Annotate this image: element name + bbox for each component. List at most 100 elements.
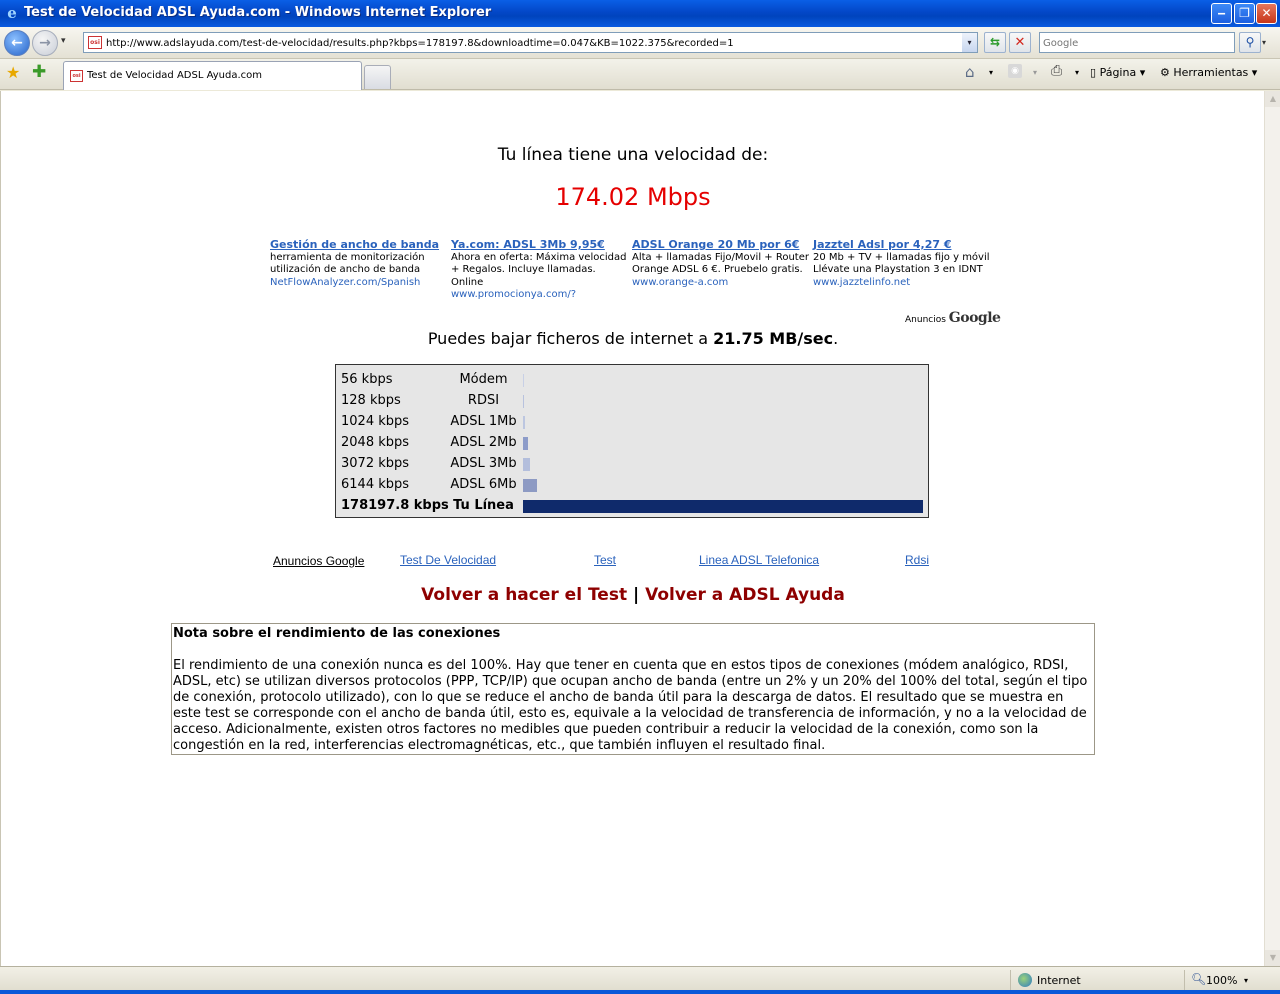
speed-bar bbox=[523, 416, 525, 429]
speed-kbps: 2048 kbps bbox=[341, 435, 410, 450]
security-zone-label[interactable]: Internet bbox=[1037, 974, 1081, 987]
add-favorite-icon[interactable]: ✚ bbox=[32, 62, 46, 82]
speed-bar bbox=[523, 437, 528, 450]
tools-menu-label: Herramientas bbox=[1173, 66, 1249, 79]
speed-result: 174.02 Mbps bbox=[555, 183, 711, 211]
status-separator bbox=[1184, 970, 1185, 991]
ad-text: Ahora en oferta: Máxima velocidad + Rega… bbox=[451, 251, 627, 288]
search-icon[interactable]: ⚲ bbox=[1239, 32, 1261, 53]
download-suffix: . bbox=[833, 329, 839, 348]
connection-type: ADSL 6Mb bbox=[450, 477, 517, 492]
tools-menu-button[interactable]: ⚙ Herramientas ▾ bbox=[1160, 66, 1257, 79]
speed-bar bbox=[523, 395, 524, 408]
rdsi-link[interactable]: Rdsi bbox=[905, 553, 929, 567]
speed-bar bbox=[523, 458, 530, 471]
connection-type: ADSL 3Mb bbox=[450, 456, 517, 471]
window-title: Test de Velocidad ADSL Ayuda.com - Windo… bbox=[24, 5, 492, 20]
address-dropdown-icon[interactable]: ▾ bbox=[962, 33, 977, 52]
speed-bar bbox=[523, 479, 537, 492]
search-box[interactable] bbox=[1039, 32, 1235, 53]
speed-row: 178197.8 kbps Tu Línea bbox=[341, 495, 926, 516]
maximize-button[interactable]: ❐ bbox=[1234, 3, 1255, 24]
zoom-level[interactable]: 100% bbox=[1206, 974, 1237, 987]
page-menu-button[interactable]: ▯ Página ▾ bbox=[1090, 66, 1145, 79]
print-icon[interactable]: ⎙ bbox=[1051, 63, 1062, 79]
search-options-dropdown-icon[interactable]: ▾ bbox=[1262, 38, 1266, 47]
new-tab-button[interactable] bbox=[364, 65, 391, 89]
speed-row: 1024 kbps ADSL 1Mb bbox=[341, 411, 926, 432]
ad-text: 20 Mb + TV + llamadas fijo y móvil Lléva… bbox=[813, 251, 990, 276]
tab-active[interactable]: osi Test de Velocidad ADSL Ayuda.com bbox=[63, 61, 362, 90]
back-home-link[interactable]: Volver a ADSL Ayuda bbox=[645, 585, 845, 605]
test-velocidad-link[interactable]: Test De Velocidad bbox=[400, 553, 496, 567]
feeds-icon[interactable]: ◉ bbox=[1008, 64, 1022, 78]
close-button[interactable]: ✕ bbox=[1256, 3, 1277, 24]
page-content: Tu línea tiene una velocidad de: 174.02 … bbox=[0, 91, 1264, 966]
scroll-down-icon[interactable]: ▼ bbox=[1265, 950, 1280, 966]
tab-label: Test de Velocidad ADSL Ayuda.com bbox=[87, 70, 263, 81]
ad-item[interactable]: Gestión de ancho de banda herramienta de… bbox=[270, 238, 448, 290]
ad-title-link[interactable]: Jazztel Adsl por 4,27 € bbox=[813, 238, 991, 252]
speed-kbps: 56 kbps bbox=[341, 372, 393, 387]
speed-bar bbox=[523, 374, 524, 387]
speed-bar bbox=[523, 500, 923, 513]
ad-item[interactable]: Jazztel Adsl por 4,27 € 20 Mb + TV + lla… bbox=[813, 238, 991, 290]
ie-icon: e bbox=[7, 4, 17, 22]
ad-title-link[interactable]: Ya.com: ADSL 3Mb 9,95€ bbox=[451, 238, 629, 252]
zoom-icon[interactable]: 🔍︎ bbox=[1191, 972, 1206, 986]
feeds-dropdown-icon[interactable]: ▾ bbox=[1033, 68, 1037, 77]
favorites-star-icon[interactable]: ★ bbox=[6, 63, 20, 82]
connection-type: ADSL 1Mb bbox=[450, 414, 517, 429]
vertical-scrollbar[interactable]: ▲ ▼ bbox=[1264, 91, 1280, 966]
back-button[interactable]: ← bbox=[4, 30, 30, 56]
speed-heading: Tu línea tiene una velocidad de: bbox=[497, 145, 769, 165]
forward-button[interactable]: → bbox=[32, 30, 58, 56]
browser-window: e Test de Velocidad ADSL Ayuda.com - Win… bbox=[0, 0, 1280, 994]
ad-title-link[interactable]: ADSL Orange 20 Mb por 6€ bbox=[632, 238, 810, 252]
zoom-dropdown-icon[interactable]: ▾ bbox=[1244, 976, 1248, 985]
adsl-telefonica-link[interactable]: Linea ADSL Telefonica bbox=[699, 553, 819, 567]
search-input[interactable] bbox=[1043, 35, 1229, 51]
download-speed: 21.75 MB/sec bbox=[713, 329, 834, 348]
speed-kbps: 128 kbps bbox=[341, 393, 401, 408]
address-bar[interactable]: osi ▾ bbox=[83, 32, 978, 53]
ad-url[interactable]: NetFlowAnalyzer.com/Spanish bbox=[270, 277, 448, 290]
test-link[interactable]: Test bbox=[594, 553, 616, 567]
ad-url[interactable]: www.promocionya.com/? bbox=[451, 289, 629, 302]
connection-type: Tu Línea bbox=[453, 498, 514, 513]
retest-link[interactable]: Volver a hacer el Test bbox=[421, 585, 627, 605]
retest-links: Volver a hacer el Test | Volver a ADSL A… bbox=[1, 585, 1264, 605]
tab-toolbar: ★ ✚ osi Test de Velocidad ADSL Ayuda.com… bbox=[0, 59, 1280, 90]
ad-title-link[interactable]: Gestión de ancho de banda bbox=[270, 238, 448, 252]
note-title: Nota sobre el rendimiento de las conexio… bbox=[173, 626, 501, 641]
ad-item[interactable]: Ya.com: ADSL 3Mb 9,95€ Ahora en oferta: … bbox=[451, 238, 629, 302]
performance-note: Nota sobre el rendimiento de las conexio… bbox=[171, 623, 1095, 755]
speed-row: 6144 kbps ADSL 6Mb bbox=[341, 474, 926, 495]
note-text: El rendimiento de una conexión nunca es … bbox=[173, 658, 1088, 753]
ad-url[interactable]: www.orange-a.com bbox=[632, 277, 810, 290]
speed-kbps: 178197.8 kbps bbox=[341, 498, 449, 513]
stop-button[interactable]: ✕ bbox=[1009, 32, 1031, 53]
download-prefix: Puedes bajar ficheros de internet a bbox=[427, 329, 708, 348]
ad-item[interactable]: ADSL Orange 20 Mb por 6€ Alta + llamadas… bbox=[632, 238, 810, 290]
ads-google-link[interactable]: Anuncios Google bbox=[273, 554, 364, 568]
home-dropdown-icon[interactable]: ▾ bbox=[989, 68, 993, 77]
link-separator: | bbox=[633, 585, 640, 605]
ads-by-google-link[interactable]: Anuncios Google bbox=[905, 310, 1001, 326]
taskbar-edge bbox=[0, 990, 1280, 994]
print-dropdown-icon[interactable]: ▾ bbox=[1075, 68, 1079, 77]
refresh-button[interactable]: ⇆ bbox=[984, 32, 1006, 53]
ad-url[interactable]: www.jazztelinfo.net bbox=[813, 277, 991, 290]
title-bar[interactable]: e Test de Velocidad ADSL Ayuda.com - Win… bbox=[0, 0, 1280, 27]
speed-row: 2048 kbps ADSL 2Mb bbox=[341, 432, 926, 453]
scroll-up-icon[interactable]: ▲ bbox=[1265, 91, 1280, 107]
recent-pages-dropdown-icon[interactable]: ▾ bbox=[61, 36, 66, 46]
ad-text: herramienta de monitorización utilizació… bbox=[270, 251, 425, 276]
address-input[interactable] bbox=[106, 35, 956, 51]
ads-label: Anuncios bbox=[905, 315, 946, 325]
connection-type: RDSI bbox=[467, 393, 500, 408]
minimize-button[interactable]: ‒ bbox=[1211, 3, 1232, 24]
speed-row: 128 kbps RDSI bbox=[341, 390, 926, 411]
connection-type: ADSL 2Mb bbox=[450, 435, 517, 450]
home-icon[interactable]: ⌂ bbox=[965, 63, 975, 81]
